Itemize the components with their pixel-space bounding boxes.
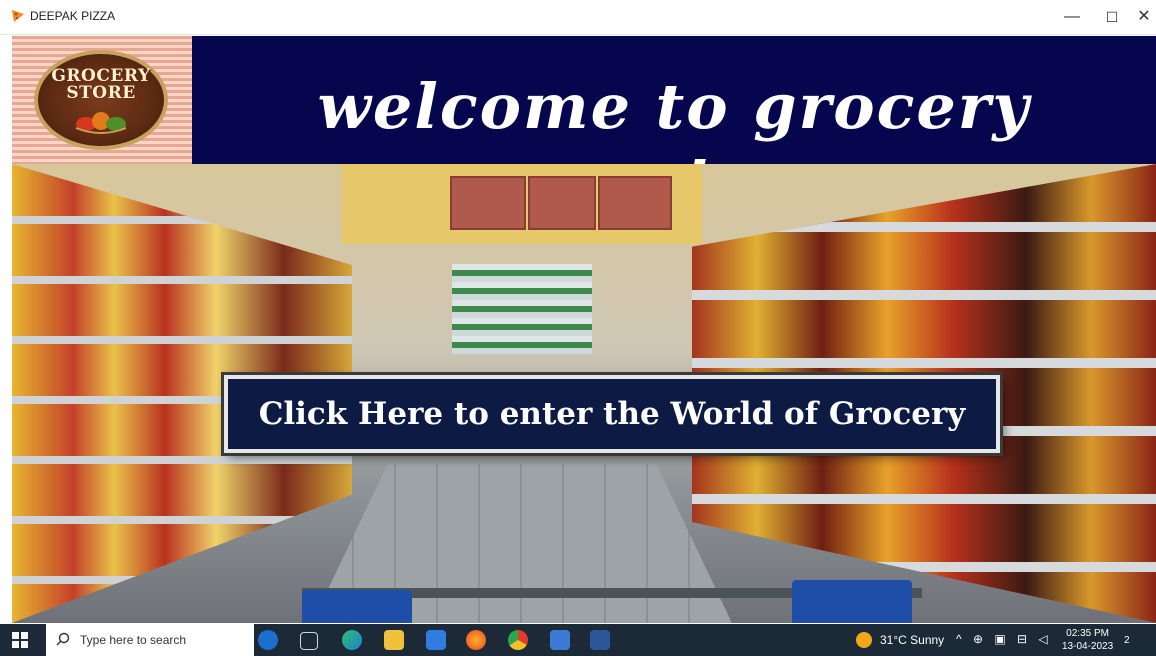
clock-time: 02:35 PM [1066,628,1109,639]
close-button[interactable]: ✕ [1132,4,1156,30]
clock[interactable]: 02:35 PM 13-04-2023 [1062,627,1113,653]
window-title: DEEPAK PIZZA [30,9,116,23]
edge-browser-icon[interactable] [342,630,362,650]
logo-line-2: STORE [66,83,136,103]
maximize-button[interactable]: ☐ [1092,4,1132,30]
task-view-icon[interactable] [300,632,318,650]
windows-taskbar: Type here to search 31°C Sunny ^ ⊕ ▣ ⊟ ◁… [0,624,1156,656]
search-placeholder: Type here to search [80,633,187,647]
weather-sun-icon [856,632,872,648]
weather-text[interactable]: 31°C Sunny [880,633,944,647]
clock-date: 13-04-2023 [1062,641,1114,652]
taskbar-search-box[interactable]: Type here to search [46,624,254,656]
search-icon [56,632,70,646]
windows-start-icon[interactable] [12,632,28,648]
word-icon[interactable] [590,630,610,650]
enter-grocery-button[interactable]: Click Here to enter the World of Grocery [224,375,1000,453]
notification-count: 2 [1124,635,1130,646]
pizza-app-icon [12,10,24,22]
notification-icon[interactable]: 2 [1124,630,1142,648]
vegetables-icon [75,112,127,134]
system-tray-icons[interactable]: ^ ⊕ ▣ ⊟ ◁ [956,632,1052,646]
header-banner: welcome to grocery center [192,36,1156,216]
supermarket-background-image: Click Here to enter the World of Grocery [12,164,1156,623]
logo-panel: GROCERY STORE [12,36,192,164]
python-idle-icon[interactable] [550,630,570,650]
microsoft-store-icon[interactable] [426,630,446,650]
bing-icon[interactable] [258,630,278,650]
file-explorer-icon[interactable] [384,630,404,650]
minimize-button[interactable]: — [1052,4,1092,30]
logo-text: GROCERY STORE [34,50,168,140]
chrome-icon[interactable] [508,630,528,650]
window-titlebar: DEEPAK PIZZA — ☐ ✕ [0,0,1156,35]
firefox-icon[interactable] [466,630,486,650]
